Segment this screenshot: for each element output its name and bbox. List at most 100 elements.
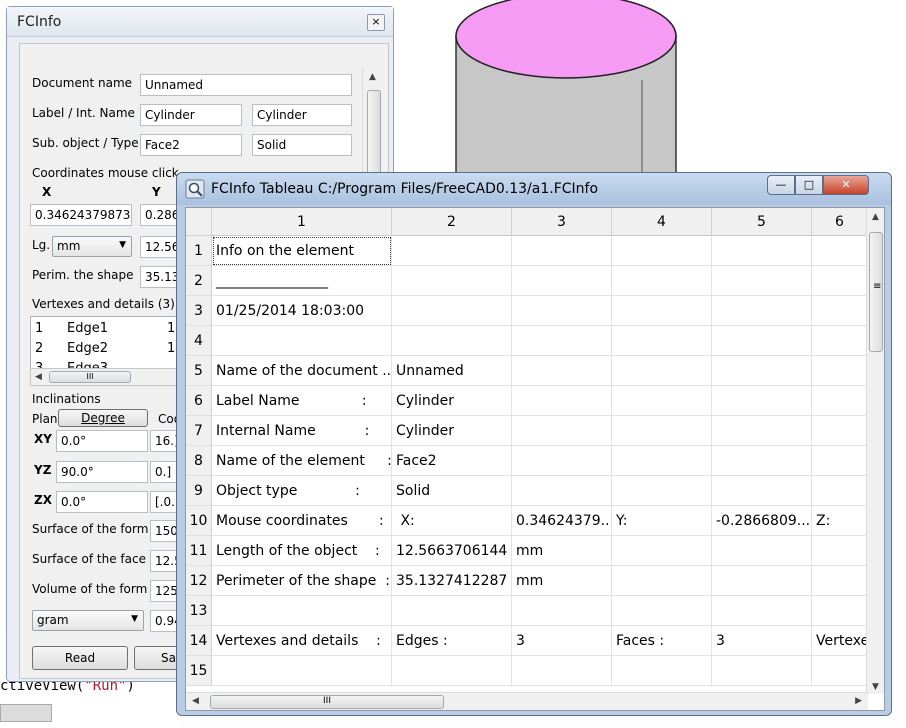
list-item[interactable]: 1 Edge1 1 [31,321,179,341]
table-cell[interactable] [712,476,812,506]
table-cell[interactable] [392,326,512,356]
table-cell[interactable] [512,356,612,386]
table-cell[interactable] [812,596,868,626]
table-cell[interactable]: 3 [512,626,612,656]
table-cell[interactable]: Info on the element [212,236,392,266]
table-cell[interactable] [712,356,812,386]
table-cell[interactable] [812,236,868,266]
table-cell[interactable] [612,446,712,476]
table-cell[interactable] [712,296,812,326]
cylinder-shape[interactable] [392,0,906,175]
minimize-button[interactable]: — [767,175,795,195]
table-cell[interactable] [812,566,868,596]
row-header[interactable]: 14 [186,626,212,656]
table-cell[interactable] [512,386,612,416]
close-button[interactable]: ✕ [823,175,869,195]
scroll-left-icon[interactable]: ◀ [192,696,199,706]
table-cell[interactable] [812,266,868,296]
scroll-down-icon[interactable]: ▼ [872,682,879,692]
table-cell[interactable] [612,536,712,566]
row-header[interactable]: 15 [186,656,212,686]
table-cell[interactable] [812,386,868,416]
table-cell[interactable]: Name of the document ... [212,356,392,386]
table-cell[interactable]: 3 [712,626,812,656]
table-cell[interactable]: Length of the object : [212,536,392,566]
yz-angle-field[interactable]: 90.0° [56,461,148,483]
type-field[interactable]: Solid [252,134,352,156]
console-scrollbar[interactable] [0,704,52,722]
table-cell[interactable] [612,656,712,686]
table-cell[interactable]: Unnamed [392,356,512,386]
table-cell[interactable] [712,386,812,416]
row-header[interactable]: 5 [186,356,212,386]
column-header[interactable]: 5 [712,208,812,236]
degree-button[interactable]: Degree [58,409,148,427]
table-cell[interactable]: -0.2866809... [712,506,812,536]
table-cell[interactable] [612,416,712,446]
scroll-left-icon[interactable]: ◀ [35,372,42,382]
table-cell[interactable]: Face2 [392,446,512,476]
column-header[interactable]: 1 [212,208,392,236]
table-cell[interactable] [812,296,868,326]
table-cell[interactable]: Faces : [612,626,712,656]
row-header[interactable]: 13 [186,596,212,626]
table-cell[interactable]: Label Name : [212,386,392,416]
table-cell[interactable] [212,326,392,356]
table-cell[interactable] [392,236,512,266]
table-cell[interactable]: Object type : [212,476,392,506]
table-cell[interactable] [812,476,868,506]
table-cell[interactable]: Z: [812,506,868,536]
label-field[interactable]: Cylinder [140,104,242,126]
sub-object-field[interactable]: Face2 [140,134,242,156]
table-cell[interactable] [712,236,812,266]
table-cell[interactable] [612,326,712,356]
table-cell[interactable]: Solid [392,476,512,506]
read-button[interactable]: Read [32,646,128,670]
table-cell[interactable] [712,326,812,356]
table-cell[interactable] [812,416,868,446]
table-cell[interactable] [512,596,612,626]
scroll-thumb[interactable]: III [49,371,131,383]
info-table[interactable]: 123456 1 Info on the element 2 ____________… [185,207,885,711]
mass-unit-select[interactable]: gram ▼ [32,610,144,631]
row-header[interactable]: 12 [186,566,212,596]
table-cell[interactable] [712,536,812,566]
column-header[interactable]: 2 [392,208,512,236]
row-header[interactable]: 10 [186,506,212,536]
table-cell[interactable]: Mouse coordinates : [212,506,392,536]
table-cell[interactable] [392,266,512,296]
table-cell[interactable]: 0.34624379... [512,506,612,536]
row-header[interactable]: 7 [186,416,212,446]
table-cell[interactable] [612,476,712,506]
scroll-thumb[interactable]: ≡ [869,232,883,352]
table-cell[interactable] [512,476,612,506]
table-cell[interactable] [212,596,392,626]
table-cell[interactable]: Edges : [392,626,512,656]
maximize-button[interactable]: □ [795,175,823,195]
zx-angle-field[interactable]: 0.0° [56,491,148,513]
table-cell[interactable]: Cylinder [392,386,512,416]
table-cell[interactable]: 12.5663706144 [392,536,512,566]
table-cell[interactable] [812,326,868,356]
row-header[interactable]: 4 [186,326,212,356]
table-cell[interactable]: Perimeter of the shape : [212,566,392,596]
table-cell[interactable] [812,656,868,686]
table-cell[interactable] [612,356,712,386]
perimeter-field[interactable]: 35.13 [140,266,180,288]
scroll-thumb[interactable]: III [210,695,444,709]
table-cell[interactable]: 01/25/2014 18:03:00 [212,296,392,326]
table-horizontal-scrollbar[interactable]: ◀ III ▶ [186,692,868,710]
table-cell[interactable] [392,596,512,626]
scroll-up-icon[interactable]: ▲ [369,72,376,82]
table-cell[interactable] [612,236,712,266]
table-cell[interactable]: mm [512,566,612,596]
row-header[interactable]: 8 [186,446,212,476]
list-item[interactable]: 2 Edge2 1 [31,341,179,361]
table-cell[interactable] [392,656,512,686]
list-horizontal-scrollbar[interactable]: ◀ III [30,368,180,386]
row-header[interactable]: 9 [186,476,212,506]
table-cell[interactable]: Name of the element : [212,446,392,476]
xy-angle-field[interactable]: 0.0° [56,430,148,452]
table-cell[interactable] [712,266,812,296]
table-cell[interactable] [712,416,812,446]
